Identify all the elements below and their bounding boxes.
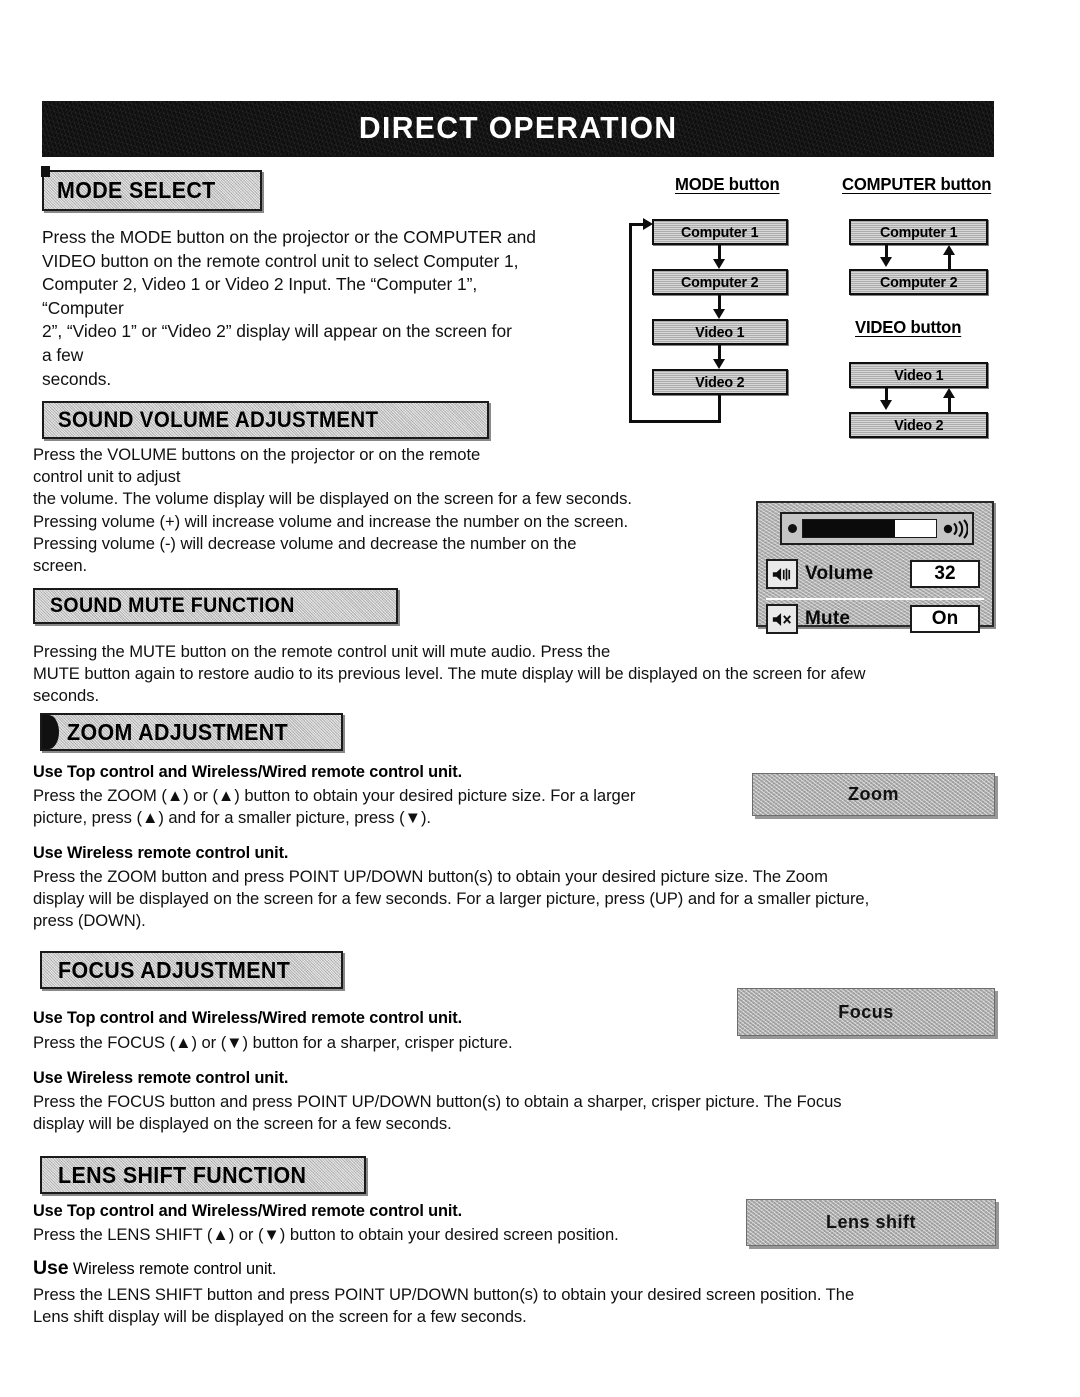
section-title-sound-mute: SOUND MUTE FUNCTION — [50, 594, 295, 617]
osd-label-mute: Mute — [805, 608, 851, 629]
subheading-lens-wireless-rest: Wireless remote control unit. — [68, 1260, 277, 1278]
diagram-box-label: Video 2 — [695, 373, 745, 391]
diagram-box-computer-computer2: Computer 2 — [849, 269, 988, 295]
speaker-mute-icon — [766, 604, 798, 634]
section-header-sound-mute: SOUND MUTE FUNCTION — [33, 588, 398, 624]
section-header-sound-volume: SOUND VOLUME ADJUSTMENT — [42, 401, 489, 439]
subheading-focus-wireless: Use Wireless remote control unit. — [33, 1069, 289, 1087]
osd-volume-panel: Volume 32 Mute On — [756, 501, 994, 634]
pointer-nub-icon — [42, 715, 59, 749]
osd-button-label-lens-shift: Lens shift — [825, 1212, 916, 1232]
arrow-up-icon — [943, 245, 955, 255]
diagram-label-mode-button: MODE button — [675, 174, 780, 194]
body-mode-select: Press the MODE button on the projector o… — [42, 227, 536, 389]
diagram-box-label: Video 1 — [695, 323, 745, 341]
diagram-box-label: Video 2 — [893, 416, 944, 434]
arrow-right-icon — [643, 218, 653, 230]
speaker-loud-icon — [942, 518, 969, 539]
page-banner: DIRECT OPERATION — [42, 101, 994, 155]
arrow-down-icon — [880, 257, 892, 267]
subheading-zoom-wireless: Use Wireless remote control unit. — [33, 844, 289, 862]
input-selection-diagram: MODE button COMPUTER button VIDEO button… — [612, 172, 1032, 442]
section-title-sound-volume: SOUND VOLUME ADJUSTMENT — [58, 407, 379, 432]
arrow-down-icon — [880, 400, 892, 410]
osd-value-mute[interactable]: On — [910, 605, 980, 633]
diagram-box-mode-video1: Video 1 — [652, 319, 788, 345]
osd-button-label-zoom: Zoom — [848, 784, 899, 804]
section-header-mode-select: MODE SELECT — [41, 166, 262, 211]
osd-row-mute[interactable]: Mute On — [766, 598, 984, 638]
body-focus-top-control: Press the FOCUS (▲) or (▼) button for a … — [33, 1033, 513, 1052]
subheading-lens-wireless-lead: Use — [33, 1257, 69, 1279]
diagram-connector — [948, 255, 951, 269]
diagram-connector — [948, 398, 951, 412]
diagram-box-video-video1: Video 1 — [849, 362, 988, 388]
body-zoom-top-control: Press the ZOOM (▲) or (▲) button to obta… — [33, 786, 636, 828]
osd-button-focus[interactable]: Focus — [737, 988, 995, 1036]
volume-slider-track[interactable] — [802, 519, 937, 538]
diagram-box-computer-computer1: Computer 1 — [849, 219, 988, 245]
body-sound-volume: Press the VOLUME buttons on the projecto… — [33, 445, 632, 576]
section-title-zoom: ZOOM ADJUSTMENT — [67, 718, 289, 745]
arrow-down-icon — [713, 359, 725, 369]
subheading-lens-wireless: Use Wireless remote control unit. — [33, 1258, 276, 1280]
slider-min-dot-icon — [788, 524, 797, 533]
banner-title: DIRECT OPERATION — [358, 110, 678, 145]
corner-mark-icon — [41, 166, 50, 177]
diagram-box-label: Computer 1 — [879, 223, 958, 241]
diagram-box-label: Computer 2 — [879, 273, 958, 291]
diagram-box-label: Computer 2 — [681, 273, 759, 291]
diagram-box-video-video2: Video 2 — [849, 412, 988, 438]
subheading-focus-top-control: Use Top control and Wireless/Wired remot… — [33, 1009, 463, 1027]
diagram-box-mode-computer2: Computer 2 — [652, 269, 788, 295]
subheading-lens-top-control: Use Top control and Wireless/Wired remot… — [33, 1202, 463, 1220]
osd-button-label-focus: Focus — [838, 1001, 894, 1022]
diagram-label-video-button: VIDEO button — [855, 317, 962, 337]
diagram-loop-segment — [718, 395, 721, 423]
osd-button-lens-shift[interactable]: Lens shift — [746, 1199, 996, 1246]
body-lens-top-control: Press the LENS SHIFT (▲) or (▼) button t… — [33, 1225, 619, 1244]
section-header-zoom: ZOOM ADJUSTMENT — [40, 713, 343, 751]
speaker-icon — [766, 559, 798, 589]
arrow-down-icon — [713, 309, 725, 319]
body-focus-wireless: Press the FOCUS button and press POINT U… — [33, 1092, 842, 1134]
arrow-down-icon — [713, 259, 725, 269]
section-title-mode-select: MODE SELECT — [57, 177, 216, 203]
manual-page: DIRECT OPERATION MODE SELECT Press the M… — [0, 0, 1080, 1397]
diagram-box-mode-computer1: Computer 1 — [652, 219, 788, 245]
diagram-box-mode-video2: Video 2 — [652, 369, 788, 395]
osd-button-zoom[interactable]: Zoom — [752, 773, 995, 816]
osd-label-volume: Volume — [805, 563, 874, 584]
body-lens-wireless: Press the LENS SHIFT button and press PO… — [33, 1285, 855, 1327]
subheading-zoom-top-control: Use Top control and Wireless/Wired remot… — [33, 763, 463, 781]
body-zoom-wireless: Press the ZOOM button and press POINT UP… — [33, 867, 870, 931]
section-title-focus: FOCUS ADJUSTMENT — [58, 956, 291, 983]
diagram-loop-segment — [629, 223, 632, 423]
diagram-box-label: Computer 1 — [681, 223, 759, 241]
arrow-up-icon — [943, 388, 955, 398]
diagram-label-computer-button: COMPUTER button — [842, 174, 992, 194]
section-header-focus: FOCUS ADJUSTMENT — [40, 951, 343, 989]
osd-row-volume[interactable]: Volume 32 — [766, 555, 984, 593]
osd-value-volume[interactable]: 32 — [910, 560, 980, 588]
section-title-lens-shift: LENS SHIFT FUNCTION — [58, 1161, 307, 1188]
diagram-box-label: Video 1 — [893, 366, 944, 384]
body-sound-mute: Pressing the MUTE button on the remote c… — [33, 642, 866, 706]
section-header-lens-shift: LENS SHIFT FUNCTION — [40, 1156, 366, 1194]
volume-slider[interactable] — [780, 512, 974, 545]
volume-slider-fill — [803, 520, 895, 537]
diagram-loop-segment — [629, 420, 721, 423]
